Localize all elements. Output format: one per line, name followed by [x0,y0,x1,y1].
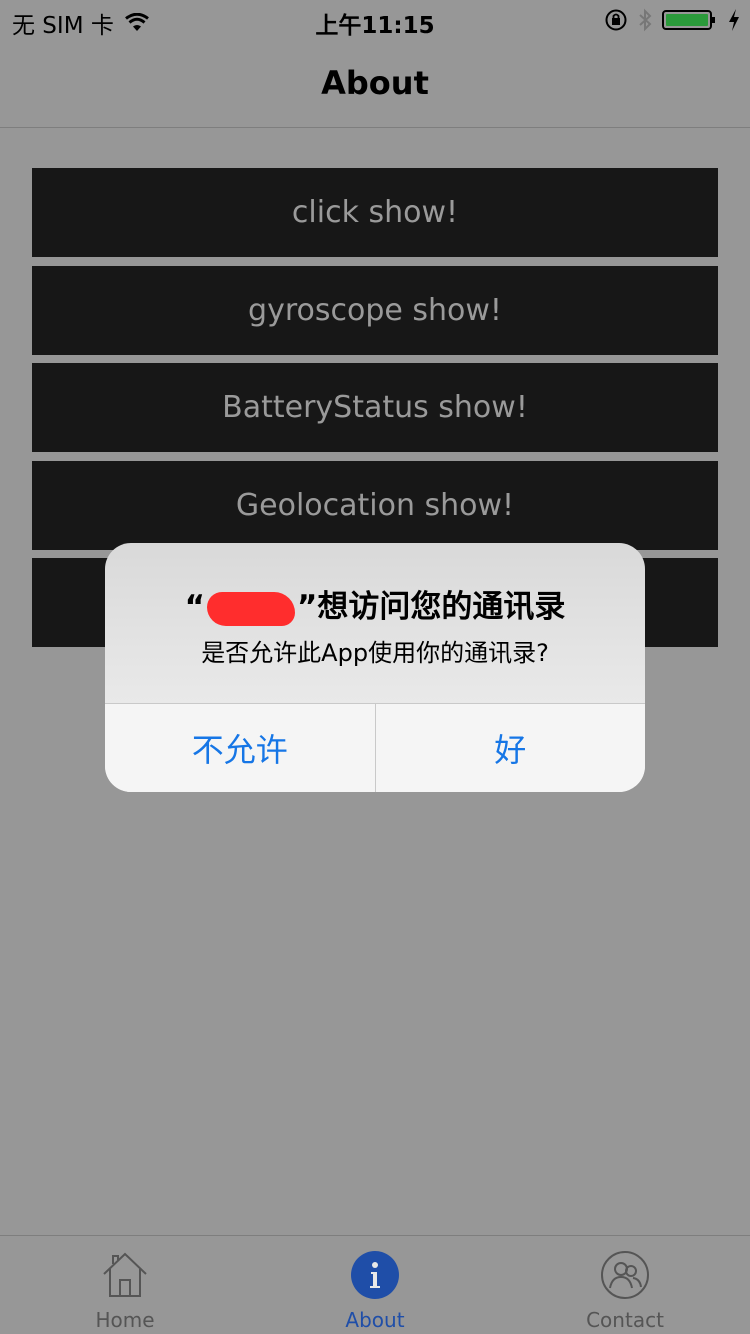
contacts-permission-alert: “ ”想访问您的通讯录 是否允许此App使用你的通讯录? 不允许 好 [105,543,645,792]
redacted-app-name [207,591,295,626]
tab-about-label: About [345,1308,405,1332]
allow-button[interactable]: 好 [374,704,646,792]
tab-home-label: Home [95,1308,155,1332]
battery-status-show-button[interactable]: BatteryStatus show! [32,363,718,452]
alert-actions: 不允许 好 [105,703,645,792]
alert-message: 是否允许此App使用你的通讯录? [201,639,549,667]
gyroscope-show-button[interactable]: gyroscope show! [32,266,718,355]
contact-icon [601,1251,649,1299]
screen: 无 SIM 卡 上午11:15 About click show! gyrosc… [0,0,750,1334]
tab-bar: Home About Contact [0,1235,750,1334]
status-bar: 无 SIM 卡 上午11:15 [0,0,750,40]
info-icon [351,1251,399,1299]
click-show-button[interactable]: click show! [32,168,718,257]
alert-title: “ ”想访问您的通讯录 [105,581,645,626]
tab-home[interactable]: Home [0,1236,250,1334]
orientation-lock-icon [605,9,627,31]
alert-title-text: ”想访问您的通讯录 [297,589,566,625]
battery-icon [662,10,715,30]
page-title: About [321,64,429,102]
tab-contact[interactable]: Contact [500,1236,750,1334]
tab-contact-label: Contact [586,1308,664,1332]
alert-title-open-quote: “ [184,589,205,625]
charging-icon [729,9,739,31]
bluetooth-icon [639,8,652,32]
geolocation-show-button[interactable]: Geolocation show! [32,461,718,550]
status-right-group [604,8,740,32]
deny-button[interactable]: 不允许 [105,704,375,792]
home-icon [103,1252,147,1297]
nav-bar: About [0,40,750,128]
tab-about[interactable]: About [250,1236,500,1334]
